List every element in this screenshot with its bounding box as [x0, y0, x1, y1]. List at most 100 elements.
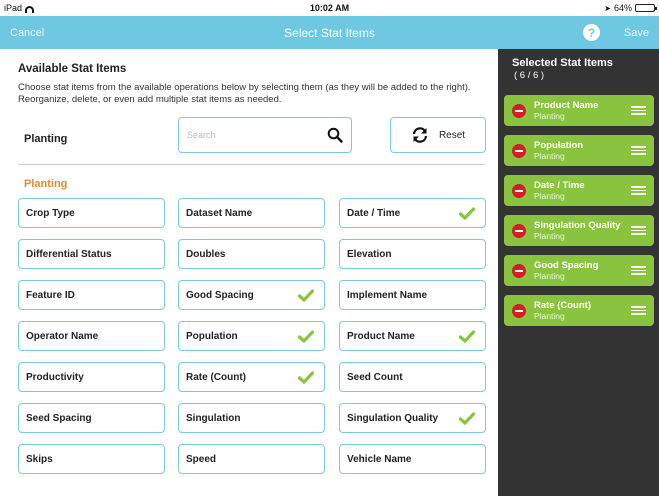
- drag-handle-line: [631, 113, 646, 115]
- stat-tile-product-name[interactable]: Product Name: [339, 321, 486, 351]
- remove-icon[interactable]: [512, 303, 526, 318]
- drag-handle-icon[interactable]: [631, 106, 646, 115]
- selected-item-operation: Planting: [534, 151, 565, 161]
- drag-handle-icon[interactable]: [631, 146, 646, 155]
- stat-tile-label: Skips: [26, 453, 53, 465]
- available-items-area: Available Stat Items Choose stat items f…: [0, 49, 498, 496]
- selected-item-operation: Planting: [534, 231, 565, 241]
- selected-item-text: Rate (Count) Planting: [534, 300, 627, 321]
- page-title: Select Stat Items: [284, 25, 375, 40]
- drag-handle-line: [631, 266, 646, 268]
- drag-handle-line: [631, 226, 646, 228]
- stat-tile-label: Date / Time: [347, 207, 401, 219]
- stat-tile-label: Operator Name: [26, 330, 99, 342]
- stat-tile-crop-type[interactable]: Crop Type: [18, 198, 165, 228]
- selected-count: ( 6 / 6 ): [514, 70, 545, 81]
- reset-label: Reset: [438, 129, 466, 141]
- selected-item-name: Product Name: [534, 100, 599, 111]
- drag-handle-line: [631, 146, 646, 148]
- drag-handle-icon[interactable]: [631, 226, 646, 235]
- stat-tile-dataset-name[interactable]: Dataset Name: [178, 198, 325, 228]
- stat-tile-population[interactable]: Population: [178, 321, 325, 351]
- search-box[interactable]: [178, 117, 352, 153]
- checkmark-icon: [459, 329, 475, 343]
- checkmark-icon: [459, 411, 475, 425]
- selected-item-name: Population: [534, 140, 584, 151]
- stat-tile-differential-status[interactable]: Differential Status: [18, 239, 165, 269]
- stat-tile-label: Good Spacing: [186, 289, 254, 301]
- selected-item-date-time[interactable]: Date / Time Planting: [504, 175, 654, 206]
- drag-handle-line: [631, 306, 646, 308]
- stat-tile-operator-name[interactable]: Operator Name: [18, 321, 165, 351]
- stat-tile-singulation[interactable]: Singulation: [178, 403, 325, 433]
- checkmark-icon: [298, 329, 314, 343]
- drag-handle-line: [631, 233, 646, 235]
- remove-icon[interactable]: [512, 263, 526, 278]
- selected-item-name: Date / Time: [534, 180, 585, 191]
- refresh-icon: [412, 127, 428, 143]
- selected-item-operation: Planting: [534, 191, 565, 201]
- stat-tile-label: Productivity: [26, 371, 84, 383]
- remove-icon[interactable]: [512, 143, 526, 158]
- selected-item-text: Product Name Planting: [534, 100, 627, 121]
- save-button[interactable]: Save: [624, 27, 649, 39]
- selected-item-good-spacing[interactable]: Good Spacing Planting: [504, 255, 654, 286]
- operation-label: Planting: [24, 133, 68, 145]
- selected-item-population[interactable]: Population Planting: [504, 135, 654, 166]
- selected-item-text: Singulation Quality Planting: [534, 220, 627, 241]
- stat-tile-date-time[interactable]: Date / Time: [339, 198, 486, 228]
- drag-handle-line: [631, 186, 646, 188]
- group-label-planting: Planting: [24, 178, 68, 190]
- drag-handle-line: [631, 149, 646, 152]
- stat-tile-vehicle-name[interactable]: Vehicle Name: [339, 444, 486, 474]
- selected-item-text: Good Spacing Planting: [534, 260, 627, 281]
- stat-tile-speed[interactable]: Speed: [178, 444, 325, 474]
- drag-handle-line: [631, 309, 646, 312]
- stat-tile-skips[interactable]: Skips: [18, 444, 165, 474]
- stat-tile-elevation[interactable]: Elevation: [339, 239, 486, 269]
- stat-tile-label: Implement Name: [347, 289, 428, 301]
- nav-bar: Cancel Select Stat Items ? Save: [0, 16, 659, 49]
- drag-handle-icon[interactable]: [631, 306, 646, 315]
- remove-icon[interactable]: [512, 103, 526, 118]
- status-bar: iPad 10:02 AM ➤ 64%: [0, 0, 659, 16]
- stat-tile-good-spacing[interactable]: Good Spacing: [178, 280, 325, 310]
- remove-icon[interactable]: [512, 223, 526, 238]
- selected-item-product-name[interactable]: Product Name Planting: [504, 95, 654, 126]
- selected-item-text: Date / Time Planting: [534, 180, 627, 201]
- remove-icon[interactable]: [512, 183, 526, 198]
- drag-handle-icon[interactable]: [631, 266, 646, 275]
- status-right: ➤ 64%: [604, 3, 657, 13]
- stat-tile-doubles[interactable]: Doubles: [178, 239, 325, 269]
- drag-handle-line: [631, 229, 646, 232]
- selected-item-rate-count[interactable]: Rate (Count) Planting: [504, 295, 654, 326]
- stat-tile-label: Seed Spacing: [26, 412, 92, 424]
- status-left: iPad: [4, 3, 35, 13]
- search-input[interactable]: [187, 130, 327, 140]
- selected-items-panel: Selected Stat Items ( 6 / 6 ) Product Na…: [498, 49, 659, 496]
- stat-tile-seed-count[interactable]: Seed Count: [339, 362, 486, 392]
- stat-tile-label: Feature ID: [26, 289, 75, 301]
- selected-item-operation: Planting: [534, 271, 565, 281]
- stat-tile-feature-id[interactable]: Feature ID: [18, 280, 165, 310]
- reset-button[interactable]: Reset: [390, 117, 486, 153]
- selected-item-singulation-quality[interactable]: Singulation Quality Planting: [504, 215, 654, 246]
- stat-tile-singulation-quality[interactable]: Singulation Quality: [339, 403, 486, 433]
- stat-tile-productivity[interactable]: Productivity: [18, 362, 165, 392]
- stat-tile-rate-count[interactable]: Rate (Count): [178, 362, 325, 392]
- selected-heading: Selected Stat Items: [512, 57, 613, 69]
- search-icon[interactable]: [327, 127, 343, 143]
- drag-handle-line: [631, 193, 646, 195]
- drag-handle-line: [631, 106, 646, 108]
- stat-tile-seed-spacing[interactable]: Seed Spacing: [18, 403, 165, 433]
- checkmark-icon: [298, 288, 314, 302]
- help-icon[interactable]: ?: [583, 24, 600, 41]
- stat-tile-label: Elevation: [347, 248, 392, 260]
- stat-tile-label: Singulation: [186, 412, 241, 424]
- stat-tile-label: Rate (Count): [186, 371, 246, 383]
- stat-tile-implement-name[interactable]: Implement Name: [339, 280, 486, 310]
- cancel-button[interactable]: Cancel: [10, 27, 44, 39]
- stat-tile-label: Speed: [186, 453, 217, 465]
- drag-handle-icon[interactable]: [631, 186, 646, 195]
- selected-item-operation: Planting: [534, 111, 565, 121]
